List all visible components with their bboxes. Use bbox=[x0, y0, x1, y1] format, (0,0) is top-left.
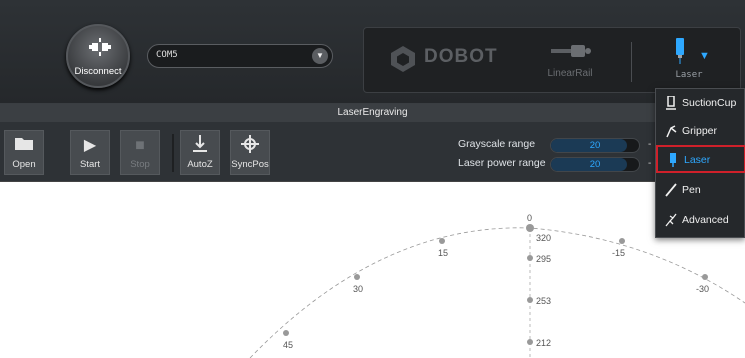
radius-label: 320 bbox=[536, 233, 551, 243]
angle-label-0: 0 bbox=[527, 213, 532, 223]
divider bbox=[631, 42, 632, 82]
syncpos-label: SyncPos bbox=[231, 159, 269, 170]
linear-rail-button[interactable]: LinearRail bbox=[535, 40, 605, 84]
mode-title: LaserEngraving bbox=[0, 104, 745, 122]
port-select[interactable]: COM5 ▼ bbox=[147, 44, 333, 68]
syncpos-button[interactable]: SyncPos bbox=[230, 130, 270, 175]
pen-icon bbox=[665, 183, 677, 197]
chevron-down-icon[interactable]: ▼ bbox=[312, 48, 328, 64]
radius-label: 295 bbox=[536, 254, 551, 264]
open-button[interactable]: Open bbox=[4, 130, 44, 175]
brand-name: DOBOT bbox=[424, 46, 498, 67]
chevron-down-icon: ▼ bbox=[699, 50, 710, 62]
angle-label-neg15: -15 bbox=[612, 248, 625, 258]
menu-item-gripper[interactable]: Gripper bbox=[656, 118, 745, 146]
angle-label-neg30: -30 bbox=[696, 284, 709, 294]
laser-icon bbox=[667, 153, 679, 167]
linear-rail-icon bbox=[551, 45, 591, 57]
grayscale-range-value: 20 bbox=[589, 140, 601, 151]
disconnect-button[interactable]: Disconnect bbox=[66, 24, 130, 88]
toolbar: Open ▶ Start ■ Stop AutoZ SyncPos Graysc… bbox=[0, 122, 745, 182]
autoz-label: AutoZ bbox=[187, 159, 213, 170]
range-dash: - bbox=[648, 158, 652, 169]
laser-power-range-label: Laser power range bbox=[458, 157, 546, 169]
menu-item-pen[interactable]: Pen bbox=[656, 177, 745, 205]
stop-icon: ■ bbox=[135, 137, 145, 154]
menu-item-label: SuctionCup bbox=[682, 97, 737, 109]
open-label: Open bbox=[12, 159, 36, 170]
disconnect-label: Disconnect bbox=[74, 66, 122, 77]
dobot-logo-icon bbox=[391, 46, 415, 72]
top-bar: Disconnect COM5 ▼ DOBOT LinearRail ▼ Las… bbox=[0, 0, 745, 104]
end-effector-menu: SuctionCup Gripper Laser Pen Advanced bbox=[655, 88, 745, 238]
grayscale-range-input[interactable]: 20 bbox=[550, 138, 640, 153]
suction-cup-icon bbox=[665, 95, 677, 110]
end-effector-button[interactable]: ▼ Laser bbox=[659, 34, 719, 88]
play-icon: ▶ bbox=[83, 137, 97, 154]
linear-rail-label: LinearRail bbox=[547, 68, 593, 79]
angle-label-45: 45 bbox=[283, 340, 293, 350]
workspace-point bbox=[526, 224, 534, 232]
menu-item-label: Laser bbox=[684, 154, 711, 166]
workspace-point bbox=[527, 339, 533, 345]
workspace-plot: 0 15 -15 30 -30 45 320 295 253 212 bbox=[249, 213, 745, 358]
workspace-point bbox=[439, 238, 445, 244]
autoz-button[interactable]: AutoZ bbox=[180, 130, 220, 175]
laser-icon bbox=[676, 38, 684, 64]
angle-label-15: 15 bbox=[438, 248, 448, 258]
workspace-point bbox=[283, 330, 289, 336]
workspace-point bbox=[702, 274, 708, 280]
gripper-icon bbox=[665, 124, 677, 138]
radius-label: 253 bbox=[536, 296, 551, 306]
stop-button[interactable]: ■ Stop bbox=[120, 130, 160, 175]
grayscale-fill bbox=[551, 139, 627, 152]
menu-item-label: Gripper bbox=[682, 125, 718, 137]
tool-label: Laser bbox=[675, 70, 703, 80]
range-dash: - bbox=[648, 139, 652, 150]
laser-power-range-input[interactable]: 20 bbox=[550, 157, 640, 172]
radius-label: 212 bbox=[536, 338, 551, 348]
stop-label: Stop bbox=[130, 159, 150, 170]
workspace-point bbox=[354, 274, 360, 280]
advanced-icon bbox=[665, 213, 677, 227]
laser-power-range-value: 20 bbox=[589, 159, 601, 170]
grayscale-range-label: Grayscale range bbox=[458, 138, 536, 150]
menu-item-laser[interactable]: Laser bbox=[656, 145, 745, 173]
menu-item-label: Advanced bbox=[682, 214, 729, 226]
workspace-point bbox=[619, 238, 625, 244]
workspace-canvas[interactable]: 0 15 -15 30 -30 45 320 295 253 212 bbox=[0, 183, 745, 358]
device-panel: DOBOT LinearRail ▼ Laser bbox=[363, 27, 741, 93]
menu-item-suctioncup[interactable]: SuctionCup bbox=[656, 90, 745, 118]
angle-label-30: 30 bbox=[353, 284, 363, 294]
folder-icon bbox=[5, 135, 43, 157]
plug-icon bbox=[89, 38, 111, 56]
workspace-point bbox=[527, 297, 533, 303]
port-value: COM5 bbox=[156, 50, 178, 60]
crosshair-icon bbox=[231, 135, 269, 157]
reach-arc bbox=[249, 227, 745, 358]
toolbar-divider bbox=[172, 134, 174, 172]
laser-power-fill bbox=[551, 158, 627, 171]
autoz-icon bbox=[181, 135, 219, 157]
start-label: Start bbox=[79, 159, 101, 170]
start-button[interactable]: ▶ Start bbox=[70, 130, 110, 175]
menu-item-label: Pen bbox=[682, 184, 701, 196]
menu-item-advanced[interactable]: Advanced bbox=[656, 207, 745, 235]
workspace-point bbox=[527, 255, 533, 261]
